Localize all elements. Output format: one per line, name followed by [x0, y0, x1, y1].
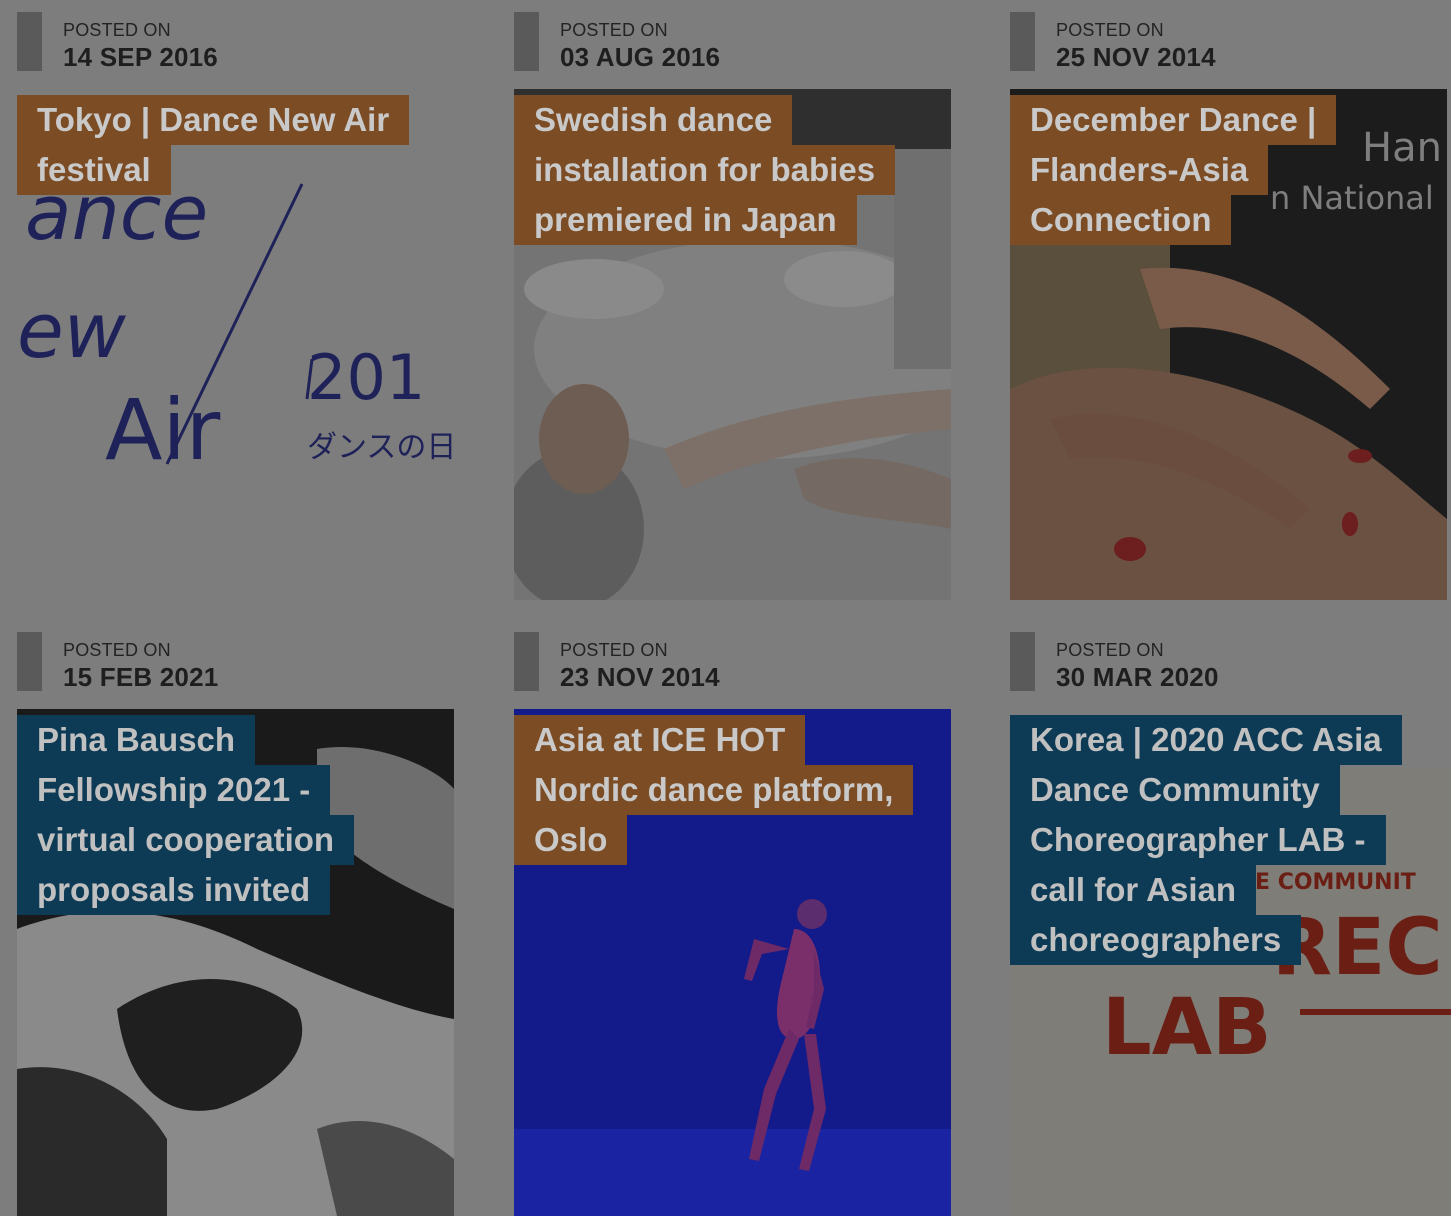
date-bar [1010, 12, 1035, 71]
post-card[interactable]: POSTED ON 23 NOV 2014 Asia at ICE HOT No… [514, 632, 951, 1216]
title-line[interactable]: Flanders-Asia [1010, 145, 1269, 195]
title-line[interactable]: Dance Community [1010, 765, 1340, 815]
post-grid: POSTED ON 14 SEP 2016 ance ew Air 201 ダン… [0, 0, 1451, 1216]
image-text: LAB [1102, 983, 1272, 1073]
title-line[interactable]: Nordic dance platform, [514, 765, 914, 815]
post-title[interactable]: Asia at ICE HOT Nordic dance platform, O… [514, 715, 914, 865]
post-card[interactable]: POSTED ON 25 NOV 2014 Han n National Dec… [1010, 12, 1451, 602]
date-bar [17, 632, 42, 691]
title-line[interactable]: Pina Bausch [17, 715, 256, 765]
post-card[interactable]: POSTED ON 15 FEB 2021 Pina Bausch Fellow… [17, 632, 454, 1216]
post-date: 14 SEP 2016 [63, 42, 218, 72]
posted-label: POSTED ON [63, 20, 171, 40]
post-date: 30 MAR 2020 [1056, 662, 1219, 692]
posted-on: POSTED ON 25 NOV 2014 [1010, 12, 1451, 72]
post-date: 25 NOV 2014 [1056, 42, 1216, 72]
image-text: Han [1362, 125, 1442, 171]
title-line[interactable]: December Dance | [1010, 95, 1337, 145]
date-bar [17, 12, 42, 71]
title-line[interactable]: Fellowship 2021 - [17, 765, 331, 815]
posted-on: POSTED ON 03 AUG 2016 [514, 12, 951, 72]
posted-on: POSTED ON 23 NOV 2014 [514, 632, 951, 692]
post-title[interactable]: Pina Bausch Fellowship 2021 - virtual co… [17, 715, 355, 915]
image-text: 201 [307, 341, 425, 414]
posted-label: POSTED ON [560, 20, 668, 40]
title-line[interactable]: Korea | 2020 ACC Asia [1010, 715, 1402, 765]
post-date: 23 NOV 2014 [560, 662, 720, 692]
title-line[interactable]: Choreographer LAB - [1010, 815, 1386, 865]
post-card[interactable]: POSTED ON 30 MAR 2020 E COMMUNIT REC LAB… [1010, 632, 1451, 1216]
title-line[interactable]: call for Asian [1010, 865, 1257, 915]
title-line[interactable]: Connection [1010, 195, 1232, 245]
post-card[interactable]: POSTED ON 03 AUG 2016 Swedish dance inst… [514, 12, 951, 602]
title-line[interactable]: choreographers [1010, 915, 1302, 965]
post-title[interactable]: Tokyo | Dance New Air festival [17, 95, 410, 195]
title-line[interactable]: Asia at ICE HOT [514, 715, 806, 765]
date-bar [514, 632, 539, 691]
post-date: 15 FEB 2021 [63, 662, 219, 692]
post-title[interactable]: December Dance | Flanders-Asia Connectio… [1010, 95, 1337, 245]
post-card[interactable]: POSTED ON 14 SEP 2016 ance ew Air 201 ダン… [17, 12, 454, 602]
post-title[interactable]: Swedish dance installation for babies pr… [514, 95, 896, 245]
title-line[interactable]: virtual cooperation [17, 815, 355, 865]
title-line[interactable]: proposals invited [17, 865, 331, 915]
image-text: Air [105, 381, 221, 479]
image-text: ew [17, 286, 127, 375]
title-line[interactable]: Tokyo | Dance New Air [17, 95, 410, 145]
title-line[interactable]: Oslo [514, 815, 628, 865]
title-line[interactable]: festival [17, 145, 171, 195]
post-title[interactable]: Korea | 2020 ACC Asia Dance Community Ch… [1010, 715, 1402, 965]
title-line[interactable]: Swedish dance [514, 95, 793, 145]
posted-on: POSTED ON 14 SEP 2016 [17, 12, 454, 72]
posted-on: POSTED ON 15 FEB 2021 [17, 632, 454, 692]
title-line[interactable]: premiered in Japan [514, 195, 857, 245]
post-date: 03 AUG 2016 [560, 42, 721, 72]
posted-label: POSTED ON [1056, 640, 1164, 660]
date-bar [514, 12, 539, 71]
posted-label: POSTED ON [1056, 20, 1164, 40]
posted-label: POSTED ON [63, 640, 171, 660]
image-text: ダンスの日 [307, 430, 454, 465]
date-bar [1010, 632, 1035, 691]
posted-label: POSTED ON [560, 640, 668, 660]
posted-on: POSTED ON 30 MAR 2020 [1010, 632, 1451, 692]
title-line[interactable]: installation for babies [514, 145, 896, 195]
